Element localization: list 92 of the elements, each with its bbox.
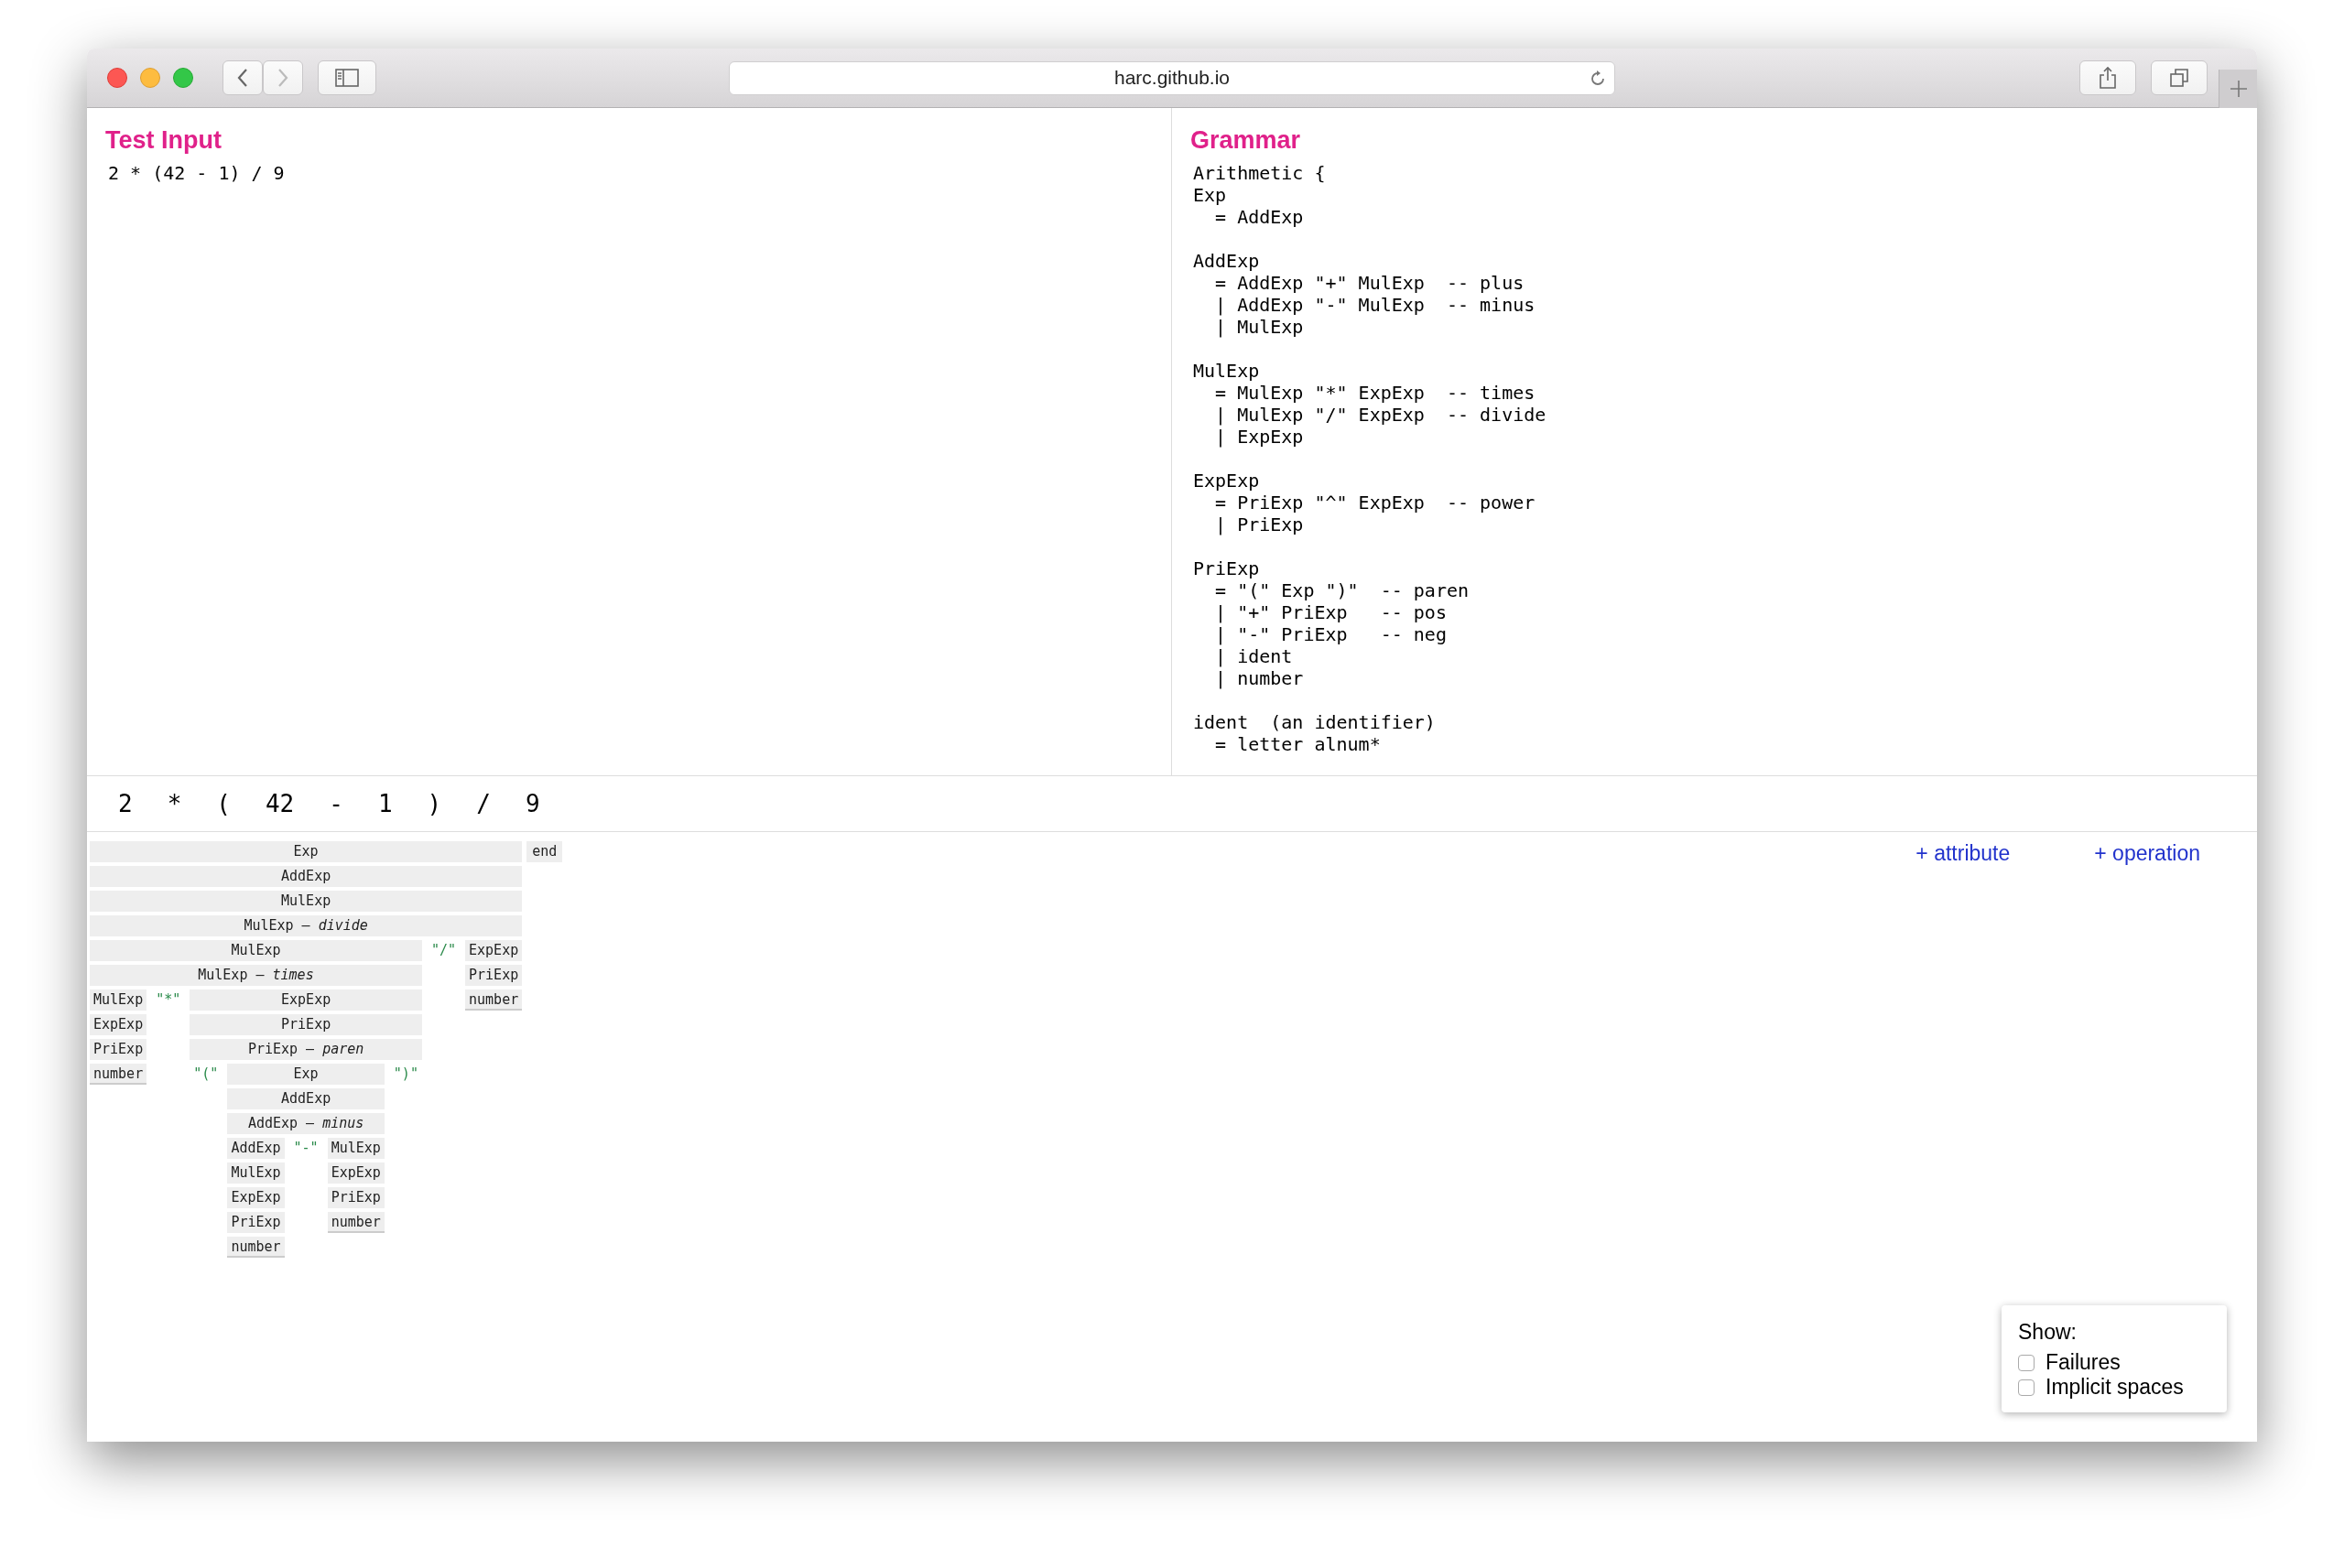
grammar-line: Exp <box>1192 184 1228 206</box>
back-button[interactable] <box>222 60 263 95</box>
parse-node[interactable]: MulExp <box>90 989 147 1011</box>
grammar-line: = PriExp "^" ExpExp -- power <box>1214 492 1536 514</box>
parse-node[interactable]: PriExp <box>227 1212 285 1233</box>
terminal-label: "(" <box>192 1065 220 1084</box>
parse-node[interactable]: MulExp — divide <box>90 915 523 936</box>
parse-node[interactable]: MulExp <box>227 1162 285 1184</box>
grammar-line: = letter alnum* <box>1214 733 1382 755</box>
input-token: 2 <box>117 790 134 817</box>
terminal-label: "*" <box>155 990 182 1010</box>
grammar-line: MulExp <box>1192 360 1261 382</box>
parse-node[interactable]: MulExp — times <box>90 965 422 986</box>
sidebar-button[interactable] <box>318 60 376 95</box>
checkbox[interactable] <box>2018 1379 2035 1396</box>
url-text: harc.github.io <box>1113 67 1231 89</box>
share-button[interactable] <box>2079 60 2136 95</box>
input-token: * <box>166 790 183 817</box>
input-token: ) <box>426 790 443 817</box>
share-icon <box>2099 66 2117 90</box>
grammar-line: | ExpExp <box>1214 426 1305 448</box>
add-link[interactable]: + attribute <box>1915 841 2011 866</box>
grammar-line: | "-" PriExp -- neg <box>1214 623 1448 645</box>
terminal-label: "-" <box>292 1139 320 1158</box>
grammar-line: | ident <box>1214 645 1294 667</box>
grammar-line: | PriExp <box>1214 514 1305 535</box>
checkbox[interactable] <box>2018 1354 2035 1371</box>
grammar-line: = AddExp <box>1214 206 1305 228</box>
input-token: 9 <box>524 790 541 817</box>
grammar-line: Arithmetic { <box>1192 162 1327 184</box>
parse-node[interactable]: ExpExp <box>327 1162 385 1184</box>
chevron-left-icon <box>236 68 249 88</box>
parse-node[interactable]: end <box>526 841 563 862</box>
tabs-icon <box>2169 68 2189 88</box>
parse-node[interactable]: number <box>90 1064 147 1085</box>
parse-node[interactable]: ExpExp <box>90 1014 147 1035</box>
checkbox-label[interactable]: Implicit spaces <box>2046 1375 2184 1400</box>
parse-node[interactable]: ExpExp <box>227 1187 285 1208</box>
chevron-right-icon <box>277 68 289 88</box>
parse-node[interactable]: number <box>327 1212 385 1233</box>
terminal-label: ")" <box>392 1065 419 1084</box>
parse-node[interactable]: number <box>465 989 523 1011</box>
terminal-label: "/" <box>429 941 458 960</box>
grammar-line: PriExp <box>1192 557 1261 579</box>
add-link[interactable]: + operation <box>2094 841 2200 866</box>
parse-node[interactable]: AddExp — minus <box>227 1113 385 1134</box>
grammar-line: ExpExp <box>1192 470 1261 492</box>
grammar-line: | MulExp "/" ExpExp -- divide <box>1214 404 1547 426</box>
parse-node[interactable]: number <box>227 1237 285 1258</box>
parse-node[interactable]: AddExp <box>227 1138 285 1159</box>
input-token: ( <box>215 790 232 817</box>
grammar-line: ident (an identifier) <box>1192 711 1437 733</box>
input-token: 1 <box>376 790 394 817</box>
input-token: - <box>328 790 344 817</box>
grammar-line: | "+" PriExp -- pos <box>1214 601 1448 623</box>
plus-icon <box>2229 79 2248 98</box>
test-input-text[interactable]: 2 * (42 - 1) / 9 <box>105 162 1153 184</box>
grammar-line: | MulExp <box>1214 316 1305 338</box>
parse-node[interactable]: Exp <box>227 1064 385 1085</box>
minimize-window-button[interactable] <box>140 68 160 88</box>
grammar-line: = "(" Exp ")" -- paren <box>1214 579 1470 601</box>
panel-title: Grammar <box>1190 126 1302 155</box>
show-label: Show: <box>2018 1320 2078 1345</box>
input-token: / <box>475 790 492 817</box>
panel-title: Test Input <box>105 126 222 155</box>
parse-node[interactable]: Exp <box>90 841 523 862</box>
parse-node[interactable]: MulExp <box>327 1138 385 1159</box>
parse-node[interactable]: PriExp <box>190 1014 422 1035</box>
grammar-line: = MulExp "*" ExpExp -- times <box>1214 382 1536 404</box>
new-tab-button[interactable] <box>2219 69 2257 108</box>
close-window-button[interactable] <box>107 68 127 88</box>
address-bar[interactable]: harc.github.io <box>729 60 1615 95</box>
parse-node[interactable]: AddExp <box>90 866 523 887</box>
checkbox-label[interactable]: Failures <box>2046 1350 2121 1375</box>
parse-node[interactable]: ExpExp <box>190 989 422 1011</box>
parse-node[interactable]: MulExp <box>90 940 422 961</box>
parse-node[interactable]: PriExp — paren <box>190 1039 422 1060</box>
parse-node[interactable]: PriExp <box>465 965 523 986</box>
parse-node[interactable]: MulExp <box>90 891 523 912</box>
parse-node[interactable]: AddExp <box>227 1088 385 1109</box>
input-token: 42 <box>264 790 296 817</box>
reload-icon[interactable] <box>1589 69 1607 88</box>
parse-node[interactable]: PriExp <box>327 1187 385 1208</box>
tabs-button[interactable] <box>2151 60 2208 95</box>
sidebar-icon <box>335 69 359 87</box>
parse-node[interactable]: PriExp <box>90 1039 147 1060</box>
grammar-line: | number <box>1214 667 1305 689</box>
grammar-line: = AddExp "+" MulExp -- plus <box>1214 272 1525 294</box>
maximize-window-button[interactable] <box>173 68 193 88</box>
grammar-line: AddExp <box>1192 250 1261 272</box>
grammar-line: | AddExp "-" MulExp -- minus <box>1214 294 1536 316</box>
parse-node[interactable]: ExpExp <box>465 940 523 961</box>
